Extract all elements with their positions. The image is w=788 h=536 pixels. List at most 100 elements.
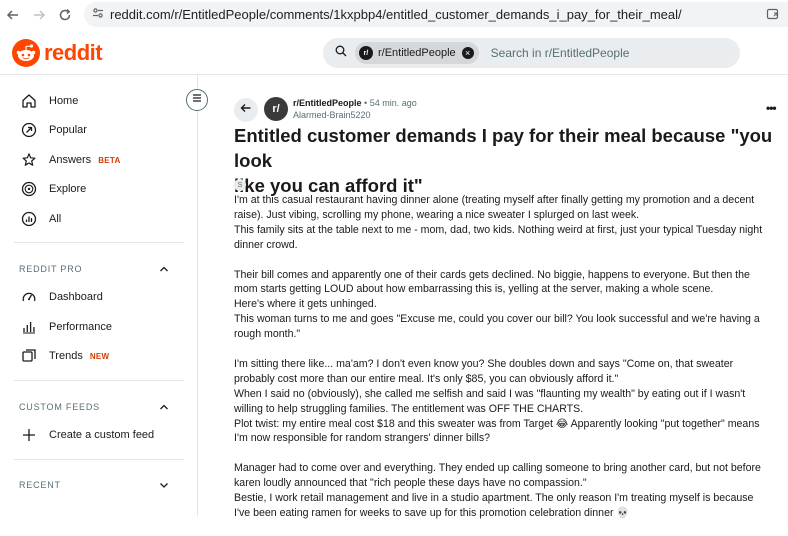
post-text-line: raise). Just vibing, scrolling my phone,… xyxy=(234,208,640,221)
post-text-line: When I said no (obviously), she called m… xyxy=(234,387,746,400)
performance-icon xyxy=(20,318,38,336)
subreddit-chip-avatar-icon: r/ xyxy=(359,46,373,60)
post-text-line: I'm now responsible for random strangers… xyxy=(234,432,491,445)
sidebar-item-home[interactable]: Home xyxy=(20,90,78,112)
post-title-line: Entitled customer demands I pay for thei… xyxy=(234,125,773,171)
extension-icon[interactable] xyxy=(766,7,780,21)
sidebar-divider xyxy=(14,380,184,381)
reddit-logo[interactable]: reddit xyxy=(12,39,103,67)
search-scope-chip[interactable]: r/ r/EntitledPeople × xyxy=(355,42,479,64)
url-domain: reddit.com xyxy=(110,7,171,22)
sidebar-item-label: Trends xyxy=(49,350,83,362)
post-body: I'm at this casual restaurant having din… xyxy=(234,193,782,536)
sidebar-item-label: Home xyxy=(49,95,79,107)
search-chip-label: r/EntitledPeople xyxy=(378,47,456,59)
close-icon[interactable]: × xyxy=(461,47,474,59)
more-options-icon[interactable]: ••• xyxy=(766,101,777,115)
sidebar-item-label: Explore xyxy=(49,183,87,195)
post-time: 54 min. ago xyxy=(369,98,417,108)
trends-icon xyxy=(20,347,38,365)
sidebar-divider xyxy=(14,459,184,460)
recent-section-header[interactable]: RECENT xyxy=(19,477,169,493)
sidebar-item-dashboard[interactable]: Dashboard xyxy=(20,286,103,308)
sidebar-item-label: Popular xyxy=(49,124,87,136)
sidebar-item-label: Answers xyxy=(49,154,92,166)
post-title: Entitled customer demands I pay for thei… xyxy=(234,123,774,198)
post-text-line: Bestie, I work retail management and liv… xyxy=(234,492,754,505)
collapse-sidebar-button[interactable] xyxy=(186,89,208,111)
post-paragraph: I'm at this casual restaurant having din… xyxy=(234,193,782,253)
sidebar-item-explore[interactable]: Explore xyxy=(20,178,86,200)
post-text-line: willing to help struggling families. The… xyxy=(234,402,584,415)
subreddit-link[interactable]: r/EntitledPeople xyxy=(293,98,362,108)
reddit-header: reddit r/ r/EntitledPeople × Search in r… xyxy=(0,30,788,75)
beta-badge: BETA xyxy=(98,155,121,165)
sidebar-item-answers[interactable]: Answers BETA xyxy=(20,149,121,171)
plus-icon xyxy=(20,426,38,444)
post-text-line: Plot twist: my entire meal cost $18 and … xyxy=(234,417,760,430)
section-title: RECENT xyxy=(19,480,61,490)
sidebar-divider xyxy=(14,242,184,243)
post-text-line: Manager had to come over and everything.… xyxy=(234,462,761,475)
back-arrow-icon xyxy=(240,101,252,119)
subreddit-avatar-icon[interactable]: r/ xyxy=(264,97,288,121)
chevron-down-icon xyxy=(159,480,169,490)
search-bar[interactable]: r/ r/EntitledPeople × Search in r/Entitl… xyxy=(323,38,740,68)
menu-icon xyxy=(191,91,203,109)
custom-feeds-section-header[interactable]: CUSTOM FEEDS xyxy=(19,399,169,415)
post-text-line: karen loudly announced that "rich people… xyxy=(234,477,587,490)
forward-arrow-icon[interactable] xyxy=(26,2,52,28)
sidebar-item-performance[interactable]: Performance xyxy=(20,316,112,338)
section-title: REDDIT PRO xyxy=(19,264,83,274)
home-icon xyxy=(20,92,38,110)
post-text-line: I'm at this casual restaurant having din… xyxy=(234,194,755,206)
search-icon xyxy=(335,44,347,62)
sidebar-item-popular[interactable]: Popular xyxy=(20,119,87,141)
section-title: CUSTOM FEEDS xyxy=(19,402,100,412)
snoo-icon xyxy=(12,39,40,67)
post-text-line: I've been eating ramen for weeks to save… xyxy=(234,506,630,519)
back-button[interactable] xyxy=(234,98,258,122)
all-icon xyxy=(20,210,38,228)
back-arrow-icon[interactable] xyxy=(0,2,26,28)
post-text-line: mom starts getting LOUD about how embarr… xyxy=(234,283,714,296)
reddit-wordmark: reddit xyxy=(44,40,103,65)
search-input[interactable]: Search in r/EntitledPeople xyxy=(491,46,630,60)
post-meta: r/EntitledPeople • 54 min. ago xyxy=(293,98,417,108)
new-badge: NEW xyxy=(89,351,110,361)
sidebar-item-all[interactable]: All xyxy=(20,208,61,230)
reload-icon[interactable] xyxy=(52,2,78,28)
sidebar-item-label: Performance xyxy=(49,321,112,333)
post-text-line: This woman turns to me and goes "Excuse … xyxy=(234,313,760,326)
post-flair[interactable]: S xyxy=(234,179,246,191)
url-text: reddit.com/r/EntitledPeople/comments/1kx… xyxy=(110,7,682,22)
author-link[interactable]: Alarmed-Brain5220 xyxy=(293,110,371,120)
reddit-pro-section-header[interactable]: REDDIT PRO xyxy=(19,261,169,277)
post-text-line: This family sits at the table next to me… xyxy=(234,223,763,236)
post-text-line: Here's where it gets unhinged. xyxy=(234,298,377,311)
sidebar-item-label: Dashboard xyxy=(49,291,103,303)
post-text-line: Their bill comes and apparently one of t… xyxy=(234,268,750,281)
sidebar-item-label: All xyxy=(49,213,62,225)
answers-icon xyxy=(20,151,38,169)
left-sidebar: Home Popular Answers BETA Explore All RE… xyxy=(0,75,198,516)
url-path: /r/EntitledPeople/comments/1kxpbp4/entit… xyxy=(170,7,682,22)
post-text-line: dinner crowd. xyxy=(234,238,298,251)
post-text-line: I'm sitting there like... ma'am? I don't… xyxy=(234,357,734,370)
post-text-line: probably cost more than our entire meal.… xyxy=(234,372,619,385)
popular-icon xyxy=(20,121,38,139)
post-paragraph: Manager had to come over and everything.… xyxy=(234,461,782,521)
site-settings-icon[interactable] xyxy=(92,6,104,24)
address-bar[interactable]: reddit.com/r/EntitledPeople/comments/1kx… xyxy=(84,2,788,27)
chevron-up-icon xyxy=(159,264,169,274)
sidebar-item-label: Create a custom feed xyxy=(49,429,155,441)
chevron-up-icon xyxy=(159,402,169,412)
dashboard-icon xyxy=(20,288,38,306)
post-detail: r/ r/EntitledPeople • 54 min. ago Alarme… xyxy=(234,95,788,519)
post-paragraph: I'm sitting there like... ma'am? I don't… xyxy=(234,357,782,446)
post-text-line: rough month." xyxy=(234,328,301,341)
sidebar-item-trends[interactable]: Trends NEW xyxy=(20,345,109,367)
create-custom-feed-button[interactable]: Create a custom feed xyxy=(20,424,154,446)
browser-toolbar: reddit.com/r/EntitledPeople/comments/1kx… xyxy=(0,0,788,30)
post-paragraph: Their bill comes and apparently one of t… xyxy=(234,268,782,343)
